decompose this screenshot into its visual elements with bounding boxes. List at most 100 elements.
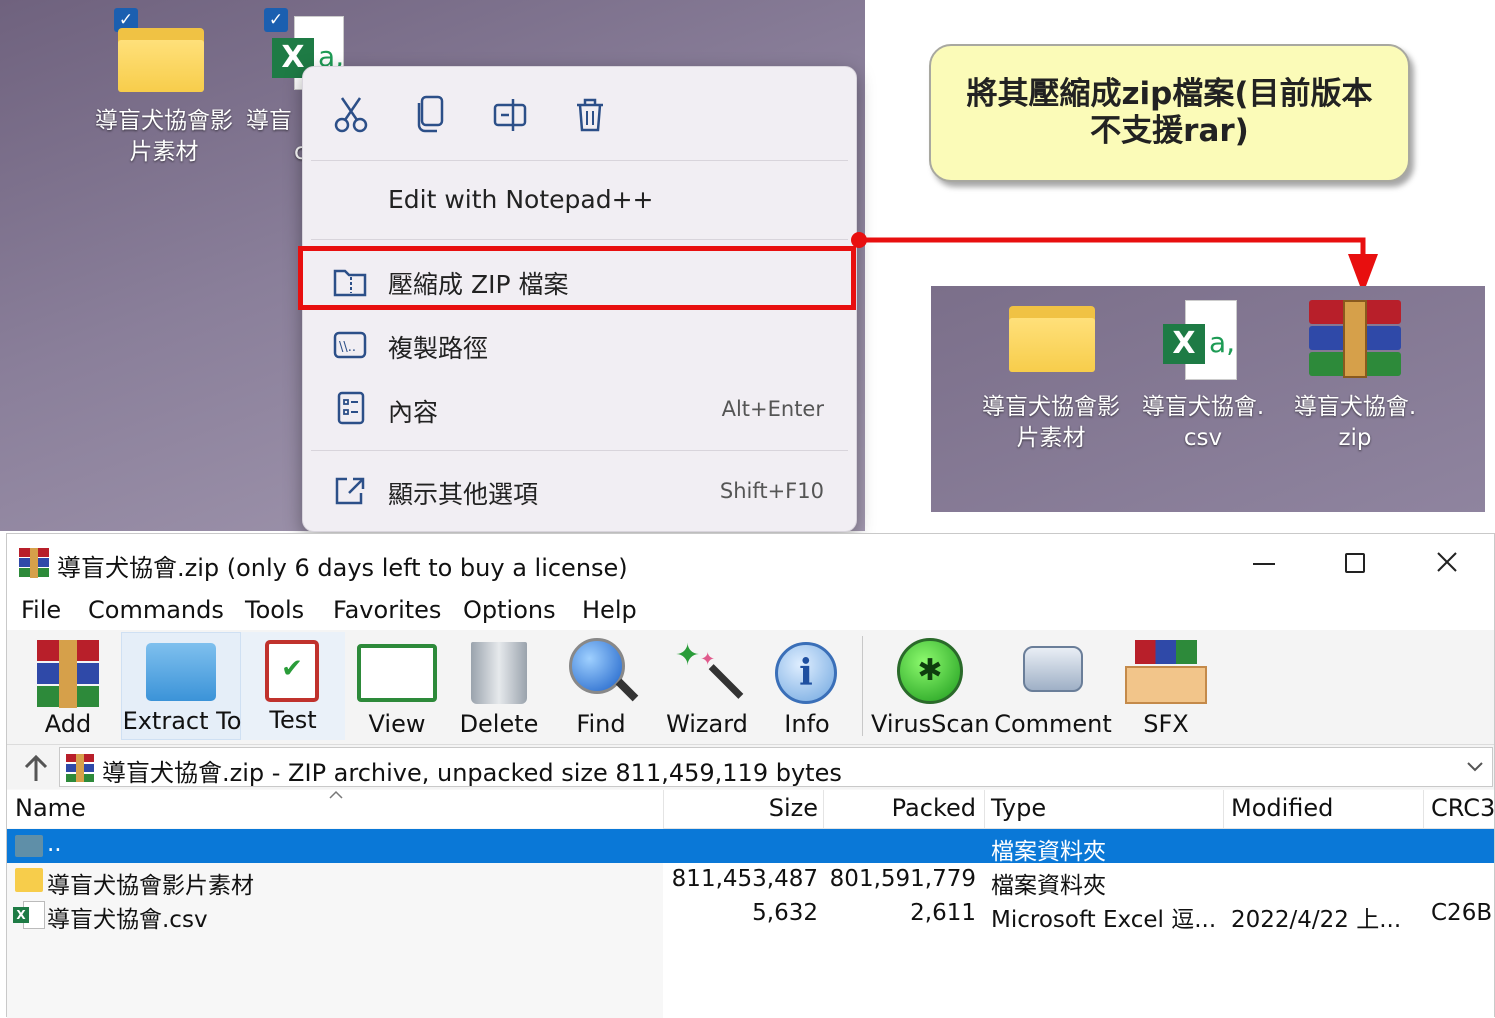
folder-icon bbox=[118, 28, 204, 92]
menu-item-notepad[interactable]: Edit with Notepad++ bbox=[303, 173, 856, 229]
toolbar-virusscan-button[interactable]: ✱ VirusScan bbox=[871, 634, 990, 740]
menu-options[interactable]: Options bbox=[463, 596, 556, 624]
folder-up-icon bbox=[15, 835, 43, 857]
view-book-icon bbox=[357, 644, 437, 702]
row-crc: C26B bbox=[1431, 900, 1493, 926]
chevron-down-icon bbox=[1467, 762, 1483, 772]
row-size: 811,453,487 bbox=[671, 866, 818, 892]
row-type: 檔案資料夾 bbox=[991, 839, 1106, 865]
path-text: 導盲犬協會.zip - ZIP archive, unpacked size 8… bbox=[102, 759, 842, 787]
winrar-window: 導盲犬協會.zip (only 6 days left to buy a lic… bbox=[6, 533, 1495, 1018]
toolbar-extract-button[interactable]: Extract To bbox=[121, 632, 241, 740]
winrar-app-icon bbox=[19, 548, 49, 578]
toolbar-view-button[interactable]: View bbox=[351, 634, 443, 740]
add-archive-icon bbox=[37, 640, 99, 708]
toolbar-add-button[interactable]: Add bbox=[21, 634, 115, 740]
toolbar-delete-label: Delete bbox=[459, 710, 539, 738]
column-crc[interactable]: CRC3 bbox=[1431, 794, 1495, 822]
close-icon bbox=[1437, 552, 1457, 572]
cut-button[interactable] bbox=[333, 95, 369, 133]
menu-commands[interactable]: Commands bbox=[88, 596, 224, 624]
delete-trash-icon bbox=[471, 642, 527, 704]
desktop-csv-label-2: c bbox=[294, 139, 307, 165]
menu-separator bbox=[311, 160, 848, 161]
menu-item-copy-path[interactable]: \\.. 複製路徑 bbox=[303, 317, 856, 373]
up-folder-button[interactable] bbox=[19, 751, 53, 785]
desktop-folder-label-2: 片素材 bbox=[129, 139, 199, 165]
list-header: Name Size Packed Type Modified CRC3 bbox=[7, 790, 1495, 829]
minimize-button[interactable] bbox=[1243, 544, 1287, 584]
properties-icon bbox=[337, 391, 365, 425]
menu-item-copy-path-label: 複製路徑 bbox=[388, 334, 489, 363]
result-zip-item[interactable]: 導盲犬協會. zip bbox=[1287, 300, 1423, 470]
row-name: 導盲犬協會.csv bbox=[47, 907, 208, 933]
row-modified: 2022/4/22 上... bbox=[1231, 907, 1402, 933]
toolbar-wizard-label: Wizard bbox=[666, 710, 748, 738]
toolbar-comment-button[interactable]: Comment bbox=[993, 634, 1113, 740]
menu-favorites[interactable]: Favorites bbox=[333, 596, 441, 624]
toolbar-delete-button[interactable]: Delete bbox=[453, 634, 545, 740]
toolbar-sfx-button[interactable]: SFX bbox=[1121, 634, 1211, 740]
table-row-parent[interactable]: .. 檔案資料夾 bbox=[7, 829, 1494, 865]
copy-icon bbox=[417, 95, 444, 133]
more-options-icon bbox=[335, 477, 365, 505]
column-packed[interactable]: Packed bbox=[892, 794, 976, 822]
zip-archive-icon bbox=[66, 754, 94, 782]
excel-file-icon: X a, bbox=[1163, 300, 1237, 380]
menu-item-properties-label: 內容 bbox=[388, 398, 439, 427]
toolbar-info-button[interactable]: i Info bbox=[765, 634, 849, 740]
file-list: Name Size Packed Type Modified CRC3 .. 檔… bbox=[7, 790, 1495, 1018]
desktop-csv-label-1: 導盲 bbox=[246, 108, 292, 134]
sfx-box-icon bbox=[1125, 640, 1207, 704]
toolbar-find-label: Find bbox=[576, 710, 626, 738]
menu-file[interactable]: File bbox=[21, 596, 61, 624]
title-bar[interactable]: 導盲犬協會.zip (only 6 days left to buy a lic… bbox=[7, 534, 1494, 592]
menu-tools[interactable]: Tools bbox=[245, 596, 304, 624]
table-row[interactable]: 導盲犬協會影片素材 811,453,487 801,591,779 檔案資料夾 bbox=[7, 863, 1494, 899]
menu-item-properties[interactable]: 內容 Alt+Enter bbox=[303, 381, 856, 437]
menu-item-notepad-label: Edit with Notepad++ bbox=[388, 185, 654, 214]
window-title: 導盲犬協會.zip (only 6 days left to buy a lic… bbox=[57, 554, 628, 582]
column-type[interactable]: Type bbox=[991, 794, 1046, 822]
table-row[interactable]: X 導盲犬協會.csv 5,632 2,611 Microsoft Excel … bbox=[7, 897, 1494, 933]
toolbar-view-label: View bbox=[368, 710, 426, 738]
toolbar-add-label: Add bbox=[44, 710, 92, 738]
menu-item-properties-shortcut: Alt+Enter bbox=[721, 397, 824, 421]
delete-button[interactable] bbox=[575, 97, 605, 133]
highlight-box bbox=[298, 246, 856, 310]
delete-icon bbox=[577, 98, 603, 132]
arrow-up-icon bbox=[24, 754, 48, 781]
excel-file-icon: X bbox=[13, 901, 45, 929]
callout-line-1: 將其壓縮成zip檔案(目前版本 bbox=[966, 76, 1373, 112]
copy-path-icon: \\.. bbox=[333, 331, 367, 359]
result-zip-label-2: zip bbox=[1338, 425, 1372, 451]
column-name[interactable]: Name bbox=[15, 794, 86, 822]
menu-item-more-options[interactable]: 顯示其他選項 Shift+F10 bbox=[303, 463, 856, 519]
toolbar-separator bbox=[862, 636, 863, 736]
toolbar: Add Extract To ✔ Test View Delete Find ✦… bbox=[7, 630, 1494, 745]
maximize-button[interactable] bbox=[1333, 544, 1377, 584]
result-csv-item[interactable]: X a, 導盲犬協會. csv bbox=[1137, 300, 1269, 470]
toolbar-test-button[interactable]: ✔ Test bbox=[241, 632, 345, 740]
rename-icon bbox=[493, 99, 527, 131]
toolbar-find-button[interactable]: Find bbox=[559, 634, 643, 740]
desktop-folder-item[interactable]: ✓ 導盲犬協會影 片素材 bbox=[84, 8, 244, 168]
column-size[interactable]: Size bbox=[769, 794, 818, 822]
callout-line-2: 不支援rar) bbox=[1090, 113, 1249, 149]
svg-text:\\..: \\.. bbox=[339, 340, 356, 355]
menu-help[interactable]: Help bbox=[582, 596, 637, 624]
toolbar-wizard-button[interactable]: ✦✦ Wizard bbox=[661, 634, 753, 740]
result-zip-label-1: 導盲犬協會. bbox=[1293, 394, 1417, 420]
copy-button[interactable] bbox=[415, 95, 445, 133]
rename-button[interactable] bbox=[493, 97, 529, 133]
test-clipboard-icon: ✔ bbox=[265, 640, 319, 702]
close-button[interactable] bbox=[1425, 544, 1469, 584]
toolbar-comment-label: Comment bbox=[994, 710, 1112, 738]
column-modified[interactable]: Modified bbox=[1231, 794, 1333, 822]
path-combobox[interactable]: 導盲犬協會.zip - ZIP archive, unpacked size 8… bbox=[59, 747, 1493, 787]
row-name: 導盲犬協會影片素材 bbox=[47, 873, 254, 899]
winrar-archive-icon bbox=[1309, 300, 1401, 378]
toolbar-virusscan-label: VirusScan bbox=[871, 710, 990, 738]
result-folder-item[interactable]: 導盲犬協會影 片素材 bbox=[973, 300, 1129, 470]
result-csv-label-1: 導盲犬協會. bbox=[1141, 394, 1265, 420]
